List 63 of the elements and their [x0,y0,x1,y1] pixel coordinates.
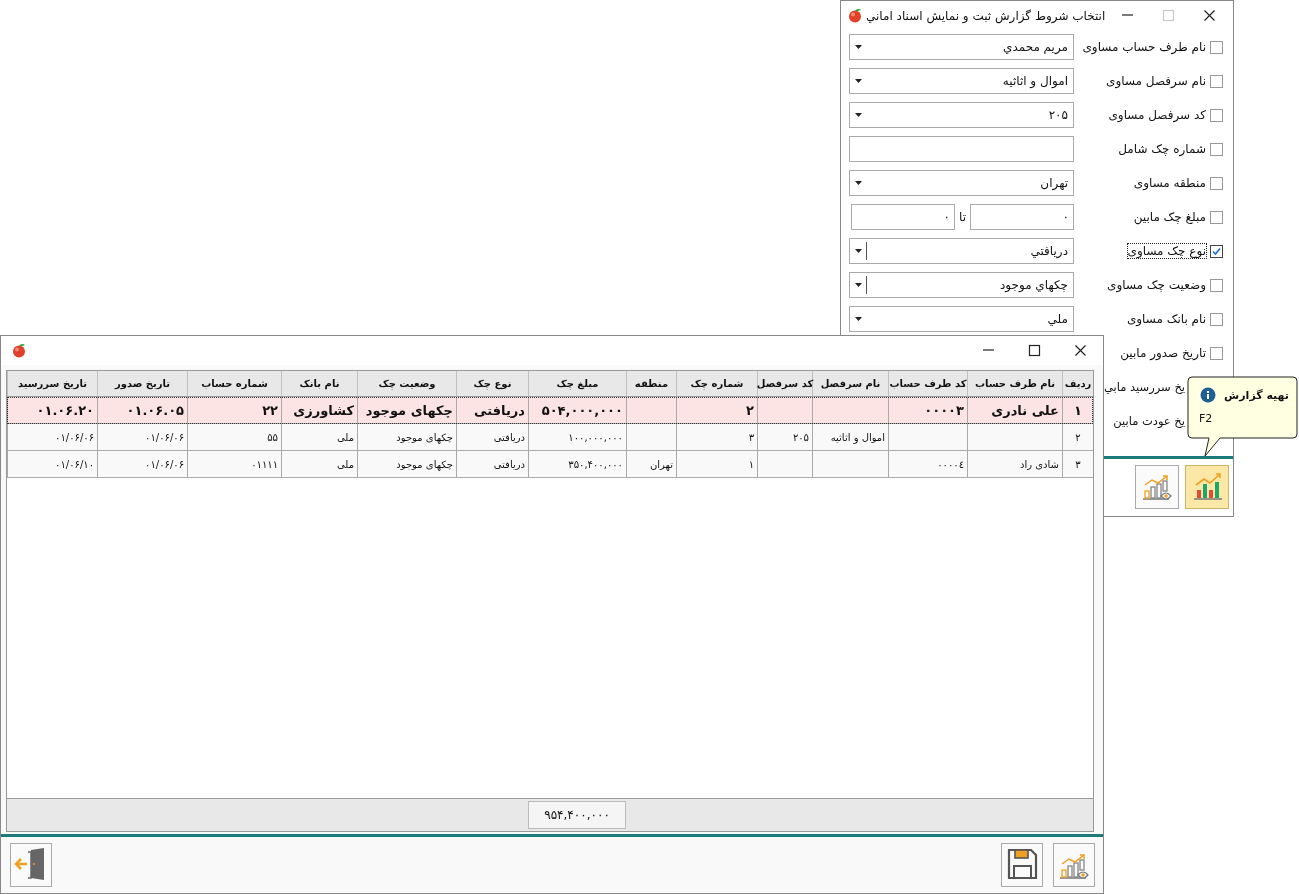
app-icon [12,343,26,358]
input-field[interactable] [849,136,1074,162]
shortcut-text: F2 [1198,411,1214,425]
table-cell: ۰۱/۰۶/۱۰ [7,451,97,478]
preview-button[interactable] [1135,464,1179,509]
table-cell: ۳ [1062,451,1093,478]
table-cell: ۰۱/۰۶/۰۶ [97,451,187,478]
checkbox[interactable] [1210,108,1223,122]
table-row[interactable]: ۳ شادی راد ۰۰۰۰٤ ۱ تهران ۳۵۰,۴۰۰,۰۰۰ دریافتی چکهای موجود ملی ۰۱۱۱۱ ۰۱/۰۶/۰۶ ۰۱/۰۶/۱۰ [7,451,1093,478]
report-button[interactable] [1185,464,1229,509]
range-separator: تا [959,210,966,224]
app-icon [848,8,862,23]
checkbox[interactable] [1210,312,1223,326]
maximize-icon[interactable] [1028,344,1041,357]
filter-label: نام سرفصل مساوی [1106,74,1206,88]
filter-label: يخ سررسيد مابي [1103,380,1185,394]
table-cell: ۰۱۱۱۱ [187,451,281,478]
checkbox[interactable] [1210,278,1223,292]
info-icon [1200,387,1217,403]
close-icon[interactable] [1203,9,1216,22]
filter-label: يخ عودت مابين [1113,414,1185,428]
input-field[interactable]: ۰ [851,204,955,230]
save-button[interactable] [1001,843,1043,887]
tooltip-title: تهیه گزارش [1224,388,1289,402]
dropdown[interactable]: ۲۰۵ [849,102,1074,128]
table-row[interactable]: ۲ اموال و اثاثیه ۲۰۵ ۳ ۱۰۰,۰۰۰,۰۰۰ دریافتی چکهای موجود ملی ۵۵ ۰۱/۰۶/۰۶ ۰۱/۰۶/۰۶ [7,424,1093,451]
filter-label: منطقه مساوی [1133,176,1206,190]
dropdown[interactable]: تهران [849,170,1074,196]
dropdown[interactable]: اموال و اثاثيه [849,68,1074,94]
dropdown[interactable]: ملي [849,306,1074,332]
filter-label: تاریخ صدور مابین [1120,346,1206,360]
checkbox[interactable] [1210,346,1223,360]
checkbox[interactable] [1210,210,1223,224]
table-cell: تهران [626,451,676,478]
checkbox[interactable] [1210,142,1223,156]
exit-button[interactable] [10,843,52,887]
filter-label: نام طرف حساب مساوی [1082,40,1206,54]
dropdown[interactable]: مريم محمدي [849,34,1074,60]
table-cell: ۳۵۰,۴۰۰,۰۰۰ [528,451,626,478]
checkbox[interactable] [1210,176,1223,190]
checkbox[interactable] [1210,74,1223,88]
filter-label: نام بانک مساوی [1126,312,1206,326]
close-icon[interactable] [1074,344,1087,357]
table-row[interactable]: ۱ علی نادری ۰۰۰۰۳ ۲ ۵۰۴,۰۰۰,۰۰۰ دریافتی چکهای موجود کشاورزی ۲۲ ۰۱.۰۶.۰۵ ۰۱.۰۶.۲۰ [7,397,1093,424]
filter-label: نوع چک مساوی [1127,244,1206,258]
table-cell: ۰۰۰۰٤ [888,451,967,478]
checkbox[interactable] [1210,244,1223,258]
dropdown[interactable]: چکهاي موجود [849,272,1074,298]
dropdown[interactable]: دريافتي [849,238,1074,264]
checkbox[interactable] [1210,40,1223,54]
filter-label: کد سرفصل مساوی [1108,108,1206,122]
table-cell: ملی [281,451,357,478]
table-cell: دریافتی [456,451,528,478]
total-amount: ۹۵۴,۴۰۰,۰۰۰ [528,801,626,829]
filter-label: وضعیت چک مساوی [1107,278,1206,292]
table-cell: ۱ [676,451,757,478]
window-title: انتخاب شروط گزارش ثبت و نمايش اسناد اماني [866,8,1106,23]
filter-label: شماره چک شامل [1118,142,1206,156]
input-field[interactable]: ۰ [970,204,1074,230]
filter-label: مبلغ چک مابین [1133,210,1206,224]
preview-button[interactable] [1053,843,1095,887]
table-cell: چکهای موجود [357,451,456,478]
table-cell: شادی راد [967,451,1062,478]
